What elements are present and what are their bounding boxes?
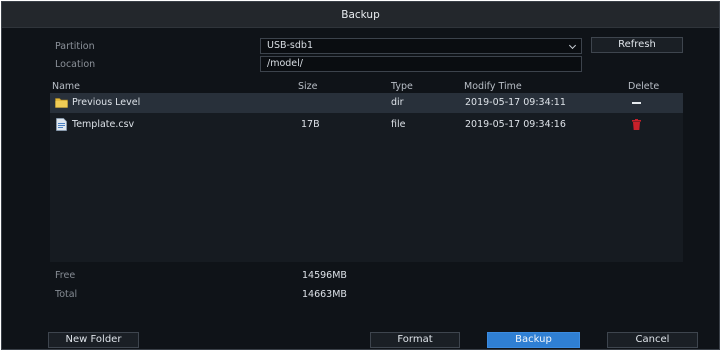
total-label: Total (55, 289, 78, 300)
total-value: 14663MB (302, 289, 347, 300)
table-row[interactable]: Previous Level dir 2019-05-17 09:34:11 (50, 93, 683, 113)
refresh-button[interactable]: Refresh (591, 37, 683, 53)
column-delete: Delete (628, 81, 660, 92)
cancel-button[interactable]: Cancel (607, 332, 698, 348)
location-value: /model/ (267, 58, 303, 69)
file-modify-time: 2019-05-17 09:34:16 (465, 119, 566, 130)
chevron-down-icon (568, 41, 577, 50)
column-type: Type (391, 81, 413, 92)
table-header: Name Size Type Modify Time Delete (50, 79, 683, 93)
file-size: 17B (301, 119, 320, 130)
backup-button[interactable]: Backup (487, 332, 580, 348)
file-modify-time: 2019-05-17 09:34:11 (465, 97, 566, 108)
file-type: file (391, 119, 406, 130)
partition-select[interactable]: USB-sdb1 (260, 38, 582, 54)
file-name: Template.csv (72, 119, 135, 130)
location-field[interactable]: /model/ (260, 56, 582, 72)
dash-icon (632, 102, 641, 104)
column-size: Size (298, 81, 318, 92)
column-name: Name (52, 81, 81, 92)
file-name: Previous Level (72, 97, 141, 108)
free-value: 14596MB (302, 270, 347, 281)
folder-icon (55, 98, 68, 108)
table-body: Previous Level dir 2019-05-17 09:34:11 T… (50, 93, 683, 262)
location-label: Location (55, 59, 96, 70)
table-row[interactable]: Template.csv 17B file 2019-05-17 09:34:1… (50, 115, 683, 135)
partition-label: Partition (55, 41, 95, 52)
file-table: Name Size Type Modify Time Delete Previo… (50, 79, 683, 262)
trash-icon[interactable] (632, 119, 641, 130)
format-button[interactable]: Format (370, 332, 460, 348)
file-icon (56, 118, 67, 131)
file-type: dir (391, 97, 404, 108)
free-label: Free (55, 270, 76, 281)
backup-dialog: Backup Partition USB-sdb1 Refresh Locati… (1, 1, 720, 350)
dialog-title: Backup (2, 2, 719, 28)
column-modify-time: Modify Time (464, 81, 522, 92)
new-folder-button[interactable]: New Folder (48, 332, 139, 348)
partition-value: USB-sdb1 (267, 40, 313, 51)
